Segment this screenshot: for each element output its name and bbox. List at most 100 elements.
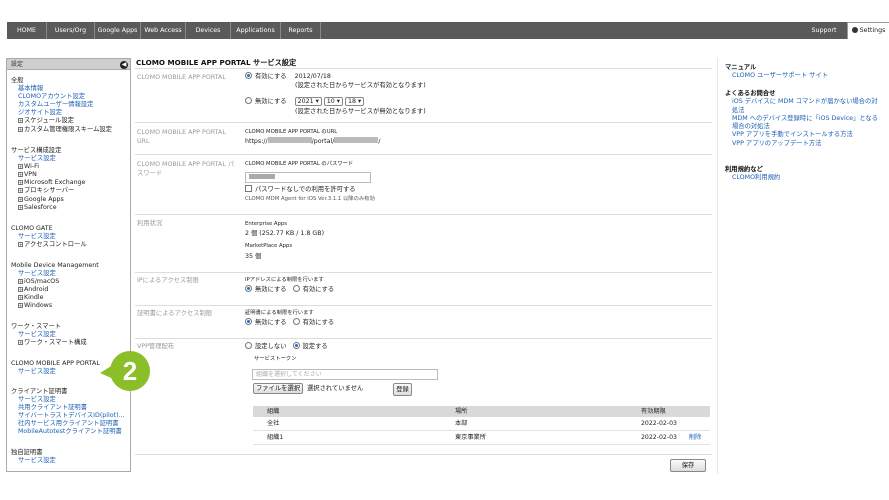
expand-icon: + [18, 196, 23, 202]
sidebar-item-schedule[interactable]: + スケジュール設定 [11, 117, 112, 125]
table-header: 組織 場所 有効期限 [253, 406, 710, 417]
cell-place: 本部 [455, 420, 468, 427]
nav-home[interactable]: HOME [7, 22, 47, 39]
sidebar-link-autotest-cert[interactable]: MobileAutotestクライアント証明書 [11, 428, 125, 436]
sidebar-title: 設定 [11, 61, 24, 68]
expand-icon: + [18, 204, 23, 210]
sidebar-item-access-control[interactable]: + アクセスコントロール [11, 241, 87, 249]
sidebar-item-windows[interactable]: + Windows [11, 302, 99, 310]
sidebar-link-mdm-service[interactable]: サービス設定 [11, 270, 99, 278]
radio-cert-on[interactable] [292, 318, 300, 325]
sidebar-link-worksmart-service[interactable]: サービス設定 [11, 331, 87, 339]
month-value: 10 [326, 98, 335, 105]
sidebar-link-basic-info[interactable]: 基本情報 [11, 85, 112, 93]
terms-section: 利用規約など CLOMO利用規約 [725, 166, 780, 183]
radio-ip-off[interactable] [245, 285, 252, 292]
faq-link-ios-device[interactable]: MDM へのデバイス登録時に「iOS Device」となる場合の対処法 [725, 115, 883, 132]
radio-ip-on[interactable] [292, 285, 300, 292]
save-row: 保存 [135, 454, 712, 476]
day-select[interactable]: 18 ▾ [344, 97, 365, 106]
nav-users-org[interactable]: Users/Org [47, 22, 95, 39]
choose-file-button[interactable]: ファイルを選択 [253, 383, 303, 394]
allow-no-password-checkbox[interactable] [245, 185, 252, 192]
nav-applications[interactable]: Applications [231, 22, 281, 39]
radio-vpp-yes[interactable] [292, 342, 300, 349]
portal-disable-option[interactable]: 無効にする 2021 ▾ 10 ▾ 18 ▾ [245, 97, 366, 106]
sidebar-item-google-apps[interactable]: + Google Apps [11, 196, 85, 204]
enterprise-apps-value: 2 個 (252.77 KB / 1.8 GB) [245, 230, 325, 237]
sidebar-item-proxy[interactable]: + プロキシサーバー [11, 187, 85, 195]
sidebar-item-label: アクセスコントロール [24, 241, 87, 249]
support-site-link[interactable]: CLOMO ユーザーサポート サイト [725, 72, 828, 80]
manual-section: マニュアル CLOMO ユーザーサポート サイト [725, 64, 828, 81]
radio-cert-off[interactable] [245, 318, 252, 325]
ip-caption: IPアドレスによる制限を行います [245, 277, 324, 283]
sidebar-item-label: Android [24, 286, 49, 294]
portal-url[interactable]: https:// /portal/ / [245, 137, 380, 146]
org-select-input[interactable]: 組織を選択してください [252, 369, 438, 380]
sidebar-item-label: ワーク・スマート構成 [24, 339, 87, 347]
sidebar-link-gate-service[interactable]: サービス設定 [11, 233, 87, 241]
sidebar-link-service-settings[interactable]: サービス設定 [11, 155, 85, 163]
faq-link-vpp-install[interactable]: VPP アプリを手動でインストールする方法 [725, 131, 883, 139]
table-row: 全社 本部 2022-02-03 [253, 417, 710, 431]
section-title: ワーク・スマート [11, 323, 62, 330]
password-input[interactable] [245, 172, 371, 183]
password-label: CLOMO MOBILE APP PORTAL パスワード [137, 161, 235, 177]
enable-note: (設定された日からサービスが有効となります) [295, 82, 426, 89]
sidebar-item-ios-macos[interactable]: + iOS/macOS [11, 278, 99, 286]
save-button[interactable]: 保存 [670, 459, 706, 472]
sidebar-item-salesforce[interactable]: + Salesforce [11, 204, 85, 212]
sidebar-item-worksmart-config[interactable]: + ワーク・スマート構成 [11, 339, 87, 347]
expand-icon: + [18, 172, 23, 178]
nav-google-apps[interactable]: Google Apps [95, 22, 141, 39]
nav-reports[interactable]: Reports [281, 22, 321, 39]
year-select[interactable]: 2021 ▾ [294, 97, 322, 106]
sidebar-link-cert-service[interactable]: サービス設定 [11, 396, 125, 404]
delete-link[interactable]: 削除 [689, 431, 701, 445]
nav-devices[interactable]: Devices [186, 22, 231, 39]
sidebar-section-client-cert: クライアント証明書 サービス設定 共用クライアント証明書 サイバートラストデバイ… [11, 388, 125, 437]
portal-enable-option[interactable]: 有効にする 2012/07/18 [245, 72, 331, 81]
nav-web-access[interactable]: Web Access [141, 22, 186, 39]
cell-place: 東京事業所 [455, 434, 486, 441]
faq-link-mdm-command[interactable]: iOS デバイスに MDM コマンドが届かない場合の対処法 [725, 98, 883, 115]
ip-on-option[interactable]: 有効にする [292, 285, 334, 293]
sidebar-item-label: Microsoft Exchange [24, 179, 86, 187]
marketplace-apps-value: 35 個 [245, 253, 262, 260]
radio-disable[interactable] [245, 97, 252, 104]
sidebar-item-kindle[interactable]: + Kindle [11, 294, 99, 302]
radio-label: 設定しない [255, 343, 287, 350]
vpp-yes-option[interactable]: 設定する [292, 342, 328, 350]
terms-link[interactable]: CLOMO利用規約 [725, 174, 780, 182]
radio-enable[interactable] [245, 72, 252, 79]
sidebar-item-wifi[interactable]: + Wi-Fi [11, 163, 85, 171]
collapse-icon[interactable]: ◀ [120, 61, 128, 69]
sidebar-link-own-cert-service[interactable]: サービス設定 [11, 457, 56, 465]
vpp-token-table: 組織 場所 有効期限 全社 本部 2022-02-03 組織1 東京事業所 20… [253, 406, 710, 445]
radio-label: 無効にする [255, 319, 287, 326]
cert-off-option[interactable]: 無効にする [245, 318, 287, 326]
vpp-no-option[interactable]: 設定しない [245, 342, 287, 350]
month-select[interactable]: 10 ▾ [323, 97, 343, 106]
sidebar-item-android[interactable]: + Android [11, 286, 99, 294]
cell-org: 全社 [267, 420, 280, 427]
nav-settings-tab[interactable]: Settings [847, 22, 889, 39]
allow-no-password-option[interactable]: パスワードなしでの利用を許可する [245, 185, 356, 194]
sidebar-item-vpn[interactable]: + VPN [11, 171, 85, 179]
faq-link-vpp-update[interactable]: VPP アプリのアップデート方法 [725, 140, 883, 148]
register-button[interactable]: 登録 [393, 383, 412, 396]
cert-on-option[interactable]: 有効にする [292, 318, 334, 326]
expand-icon: + [18, 295, 23, 301]
cert-label: 証明書によるアクセス制限 [137, 310, 213, 317]
cell-org: 組織1 [267, 434, 284, 441]
sidebar-item-label: Windows [24, 302, 53, 310]
sidebar-section-gate: CLOMO GATE サービス設定 + アクセスコントロール [11, 225, 87, 249]
sidebar-item-permission-scheme[interactable]: + カスタム管理権限スキーム設定 [11, 126, 112, 134]
nav-support[interactable]: Support [803, 22, 845, 39]
cell-expiry: 2022-02-03 [641, 434, 677, 441]
radio-vpp-no[interactable] [245, 342, 252, 349]
sidebar-link-portal-service[interactable]: サービス設定 [11, 368, 100, 376]
ip-off-option[interactable]: 無効にする [245, 285, 287, 293]
url-label: CLOMO MOBILE APP PORTAL URL [137, 129, 226, 145]
